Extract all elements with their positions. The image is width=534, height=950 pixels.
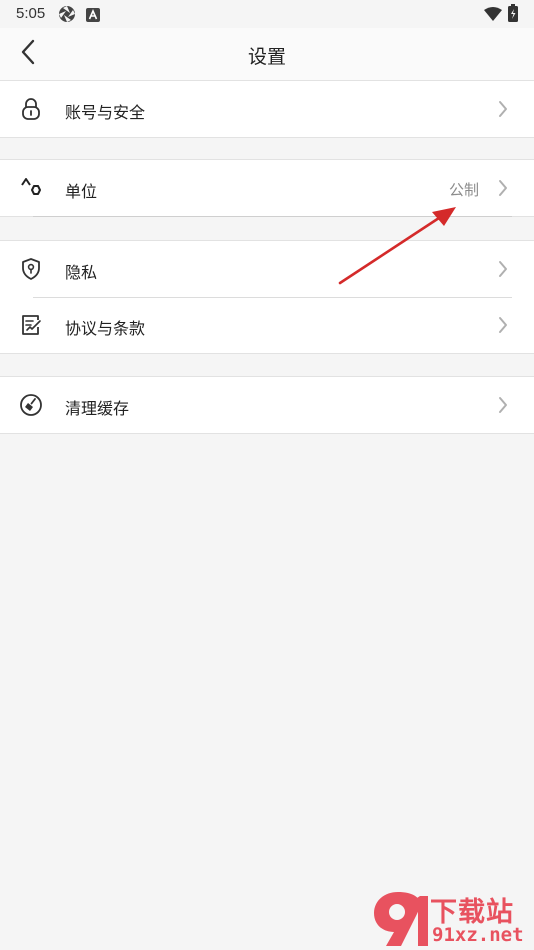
row-label: 隐私 — [65, 263, 98, 282]
shield-icon — [19, 257, 43, 281]
chevron-right-icon — [497, 315, 509, 335]
row-clear-cache[interactable]: 清理缓存 — [0, 377, 534, 433]
document-icon — [19, 313, 43, 337]
annotation-arrow-icon — [338, 207, 456, 285]
chevron-right-icon — [497, 395, 509, 415]
chevron-right-icon — [497, 259, 509, 279]
lock-icon — [19, 97, 43, 121]
row-label: 账号与安全 — [65, 103, 146, 122]
page-title: 设置 — [247, 46, 286, 68]
settings-group-cache: 清理缓存 — [0, 376, 534, 434]
row-label: 协议与条款 — [65, 319, 146, 338]
chevron-right-icon — [497, 178, 509, 198]
watermark-url: 91xz.net — [432, 924, 524, 946]
battery-icon — [508, 4, 518, 26]
row-account-security[interactable]: 账号与安全 — [0, 81, 534, 137]
broom-icon — [19, 393, 43, 417]
wifi-icon — [484, 6, 502, 25]
aperture-icon — [58, 5, 76, 27]
row-label: 清理缓存 — [65, 399, 130, 418]
91-logo-icon — [374, 892, 428, 946]
chevron-right-icon — [497, 99, 509, 119]
a-notification-icon — [86, 7, 100, 26]
row-label: 单位 — [65, 182, 98, 201]
status-time: 5:05 — [16, 5, 46, 22]
app-bar: 设置 — [0, 28, 534, 80]
row-value-units: 公制 — [448, 181, 479, 199]
row-terms[interactable]: 协议与条款 — [0, 297, 534, 353]
unit-shapes-icon — [19, 176, 43, 200]
settings-group-account: 账号与安全 — [0, 80, 534, 138]
status-bar: 5:05 — [0, 0, 534, 28]
